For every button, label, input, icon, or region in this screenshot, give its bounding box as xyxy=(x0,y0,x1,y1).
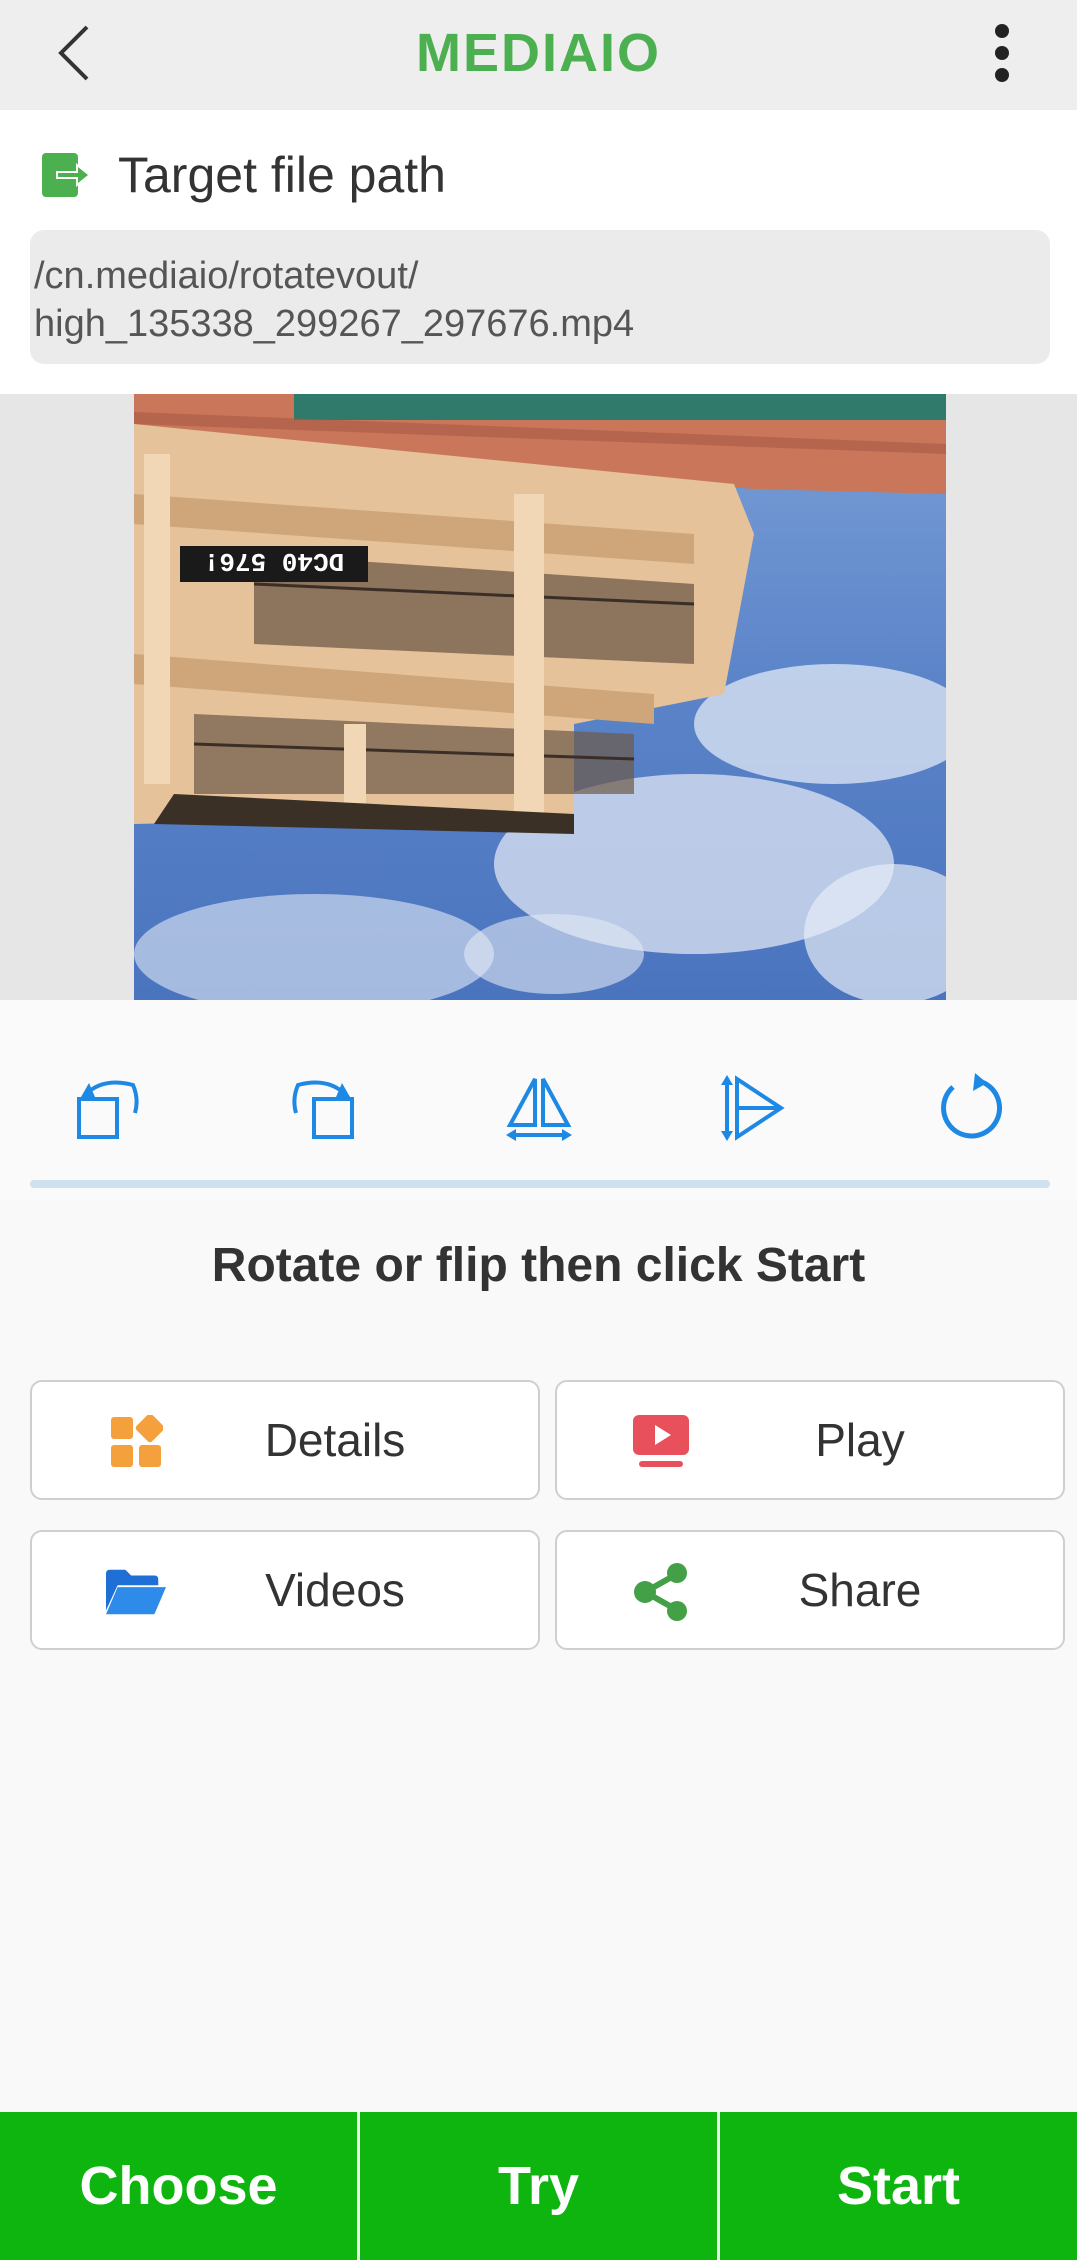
play-icon-wrap xyxy=(631,1412,691,1472)
share-button[interactable]: Share xyxy=(555,1530,1065,1650)
rotate-right-button[interactable] xyxy=(283,1068,363,1148)
play-button[interactable]: Play xyxy=(555,1380,1065,1500)
play-label: Play xyxy=(815,1414,905,1466)
videos-icon-wrap xyxy=(106,1562,166,1622)
tools-divider xyxy=(30,1180,1050,1188)
reset-icon xyxy=(941,1073,1002,1139)
rotate-tools-bar xyxy=(0,1000,1077,1200)
try-button[interactable]: Try xyxy=(357,2112,717,2260)
flip-vertical-button[interactable] xyxy=(714,1068,794,1148)
bottom-action-bar: Choose Try Start xyxy=(0,2112,1077,2260)
app-brand-logo: MEDIAIO xyxy=(415,23,661,83)
flip-vertical-icon xyxy=(721,1075,785,1141)
details-icon-wrap xyxy=(106,1412,166,1472)
target-path-title: Target file path xyxy=(118,147,446,203)
share-icon xyxy=(634,1563,687,1621)
folder-icon xyxy=(106,1569,166,1615)
app-root: MEDIAIO Target file path /cn.mediaio/rot… xyxy=(0,0,1077,2260)
rotate-left-icon xyxy=(77,1080,139,1139)
target-path-line-1: /cn.mediaio/rotatevout/ xyxy=(34,255,419,297)
target-path-header: Target file path xyxy=(40,140,446,210)
details-label: Details xyxy=(264,1414,406,1466)
play-video-icon xyxy=(633,1415,689,1467)
rotate-left-button[interactable] xyxy=(68,1068,148,1148)
rotate-right-icon xyxy=(292,1080,354,1139)
flip-horizontal-icon xyxy=(506,1078,572,1141)
video-overlay-text: DC40 576! xyxy=(204,546,344,576)
more-vertical-icon xyxy=(995,24,1009,82)
export-file-icon xyxy=(42,153,90,197)
share-label: Share xyxy=(798,1564,922,1616)
videos-button[interactable]: Videos xyxy=(30,1530,540,1650)
target-path-line-2: high_135338_299267_297676.mp4 xyxy=(34,303,635,345)
reset-rotation-button[interactable] xyxy=(930,1068,1010,1148)
video-preview-area: DC40 576! xyxy=(0,394,1077,1000)
start-button[interactable]: Start xyxy=(717,2112,1077,2260)
video-frame-image: DC40 576! xyxy=(134,394,946,1000)
flip-horizontal-button[interactable] xyxy=(499,1068,579,1148)
details-button[interactable]: Details xyxy=(30,1380,540,1500)
target-path-value: /cn.mediaio/rotatevout/ high_135338_2992… xyxy=(30,230,1050,364)
more-options-button[interactable] xyxy=(967,18,1037,88)
target-path-section: Target file path /cn.mediaio/rotatevout/… xyxy=(0,110,1077,394)
video-preview[interactable]: DC40 576! xyxy=(134,394,946,1000)
top-app-bar: MEDIAIO xyxy=(0,0,1077,110)
videos-label: Videos xyxy=(265,1564,405,1616)
instruction-text: Rotate or flip then click Start xyxy=(211,1239,866,1292)
share-icon-wrap xyxy=(631,1562,691,1622)
choose-button[interactable]: Choose xyxy=(0,2112,357,2260)
apps-grid-icon xyxy=(111,1415,163,1467)
